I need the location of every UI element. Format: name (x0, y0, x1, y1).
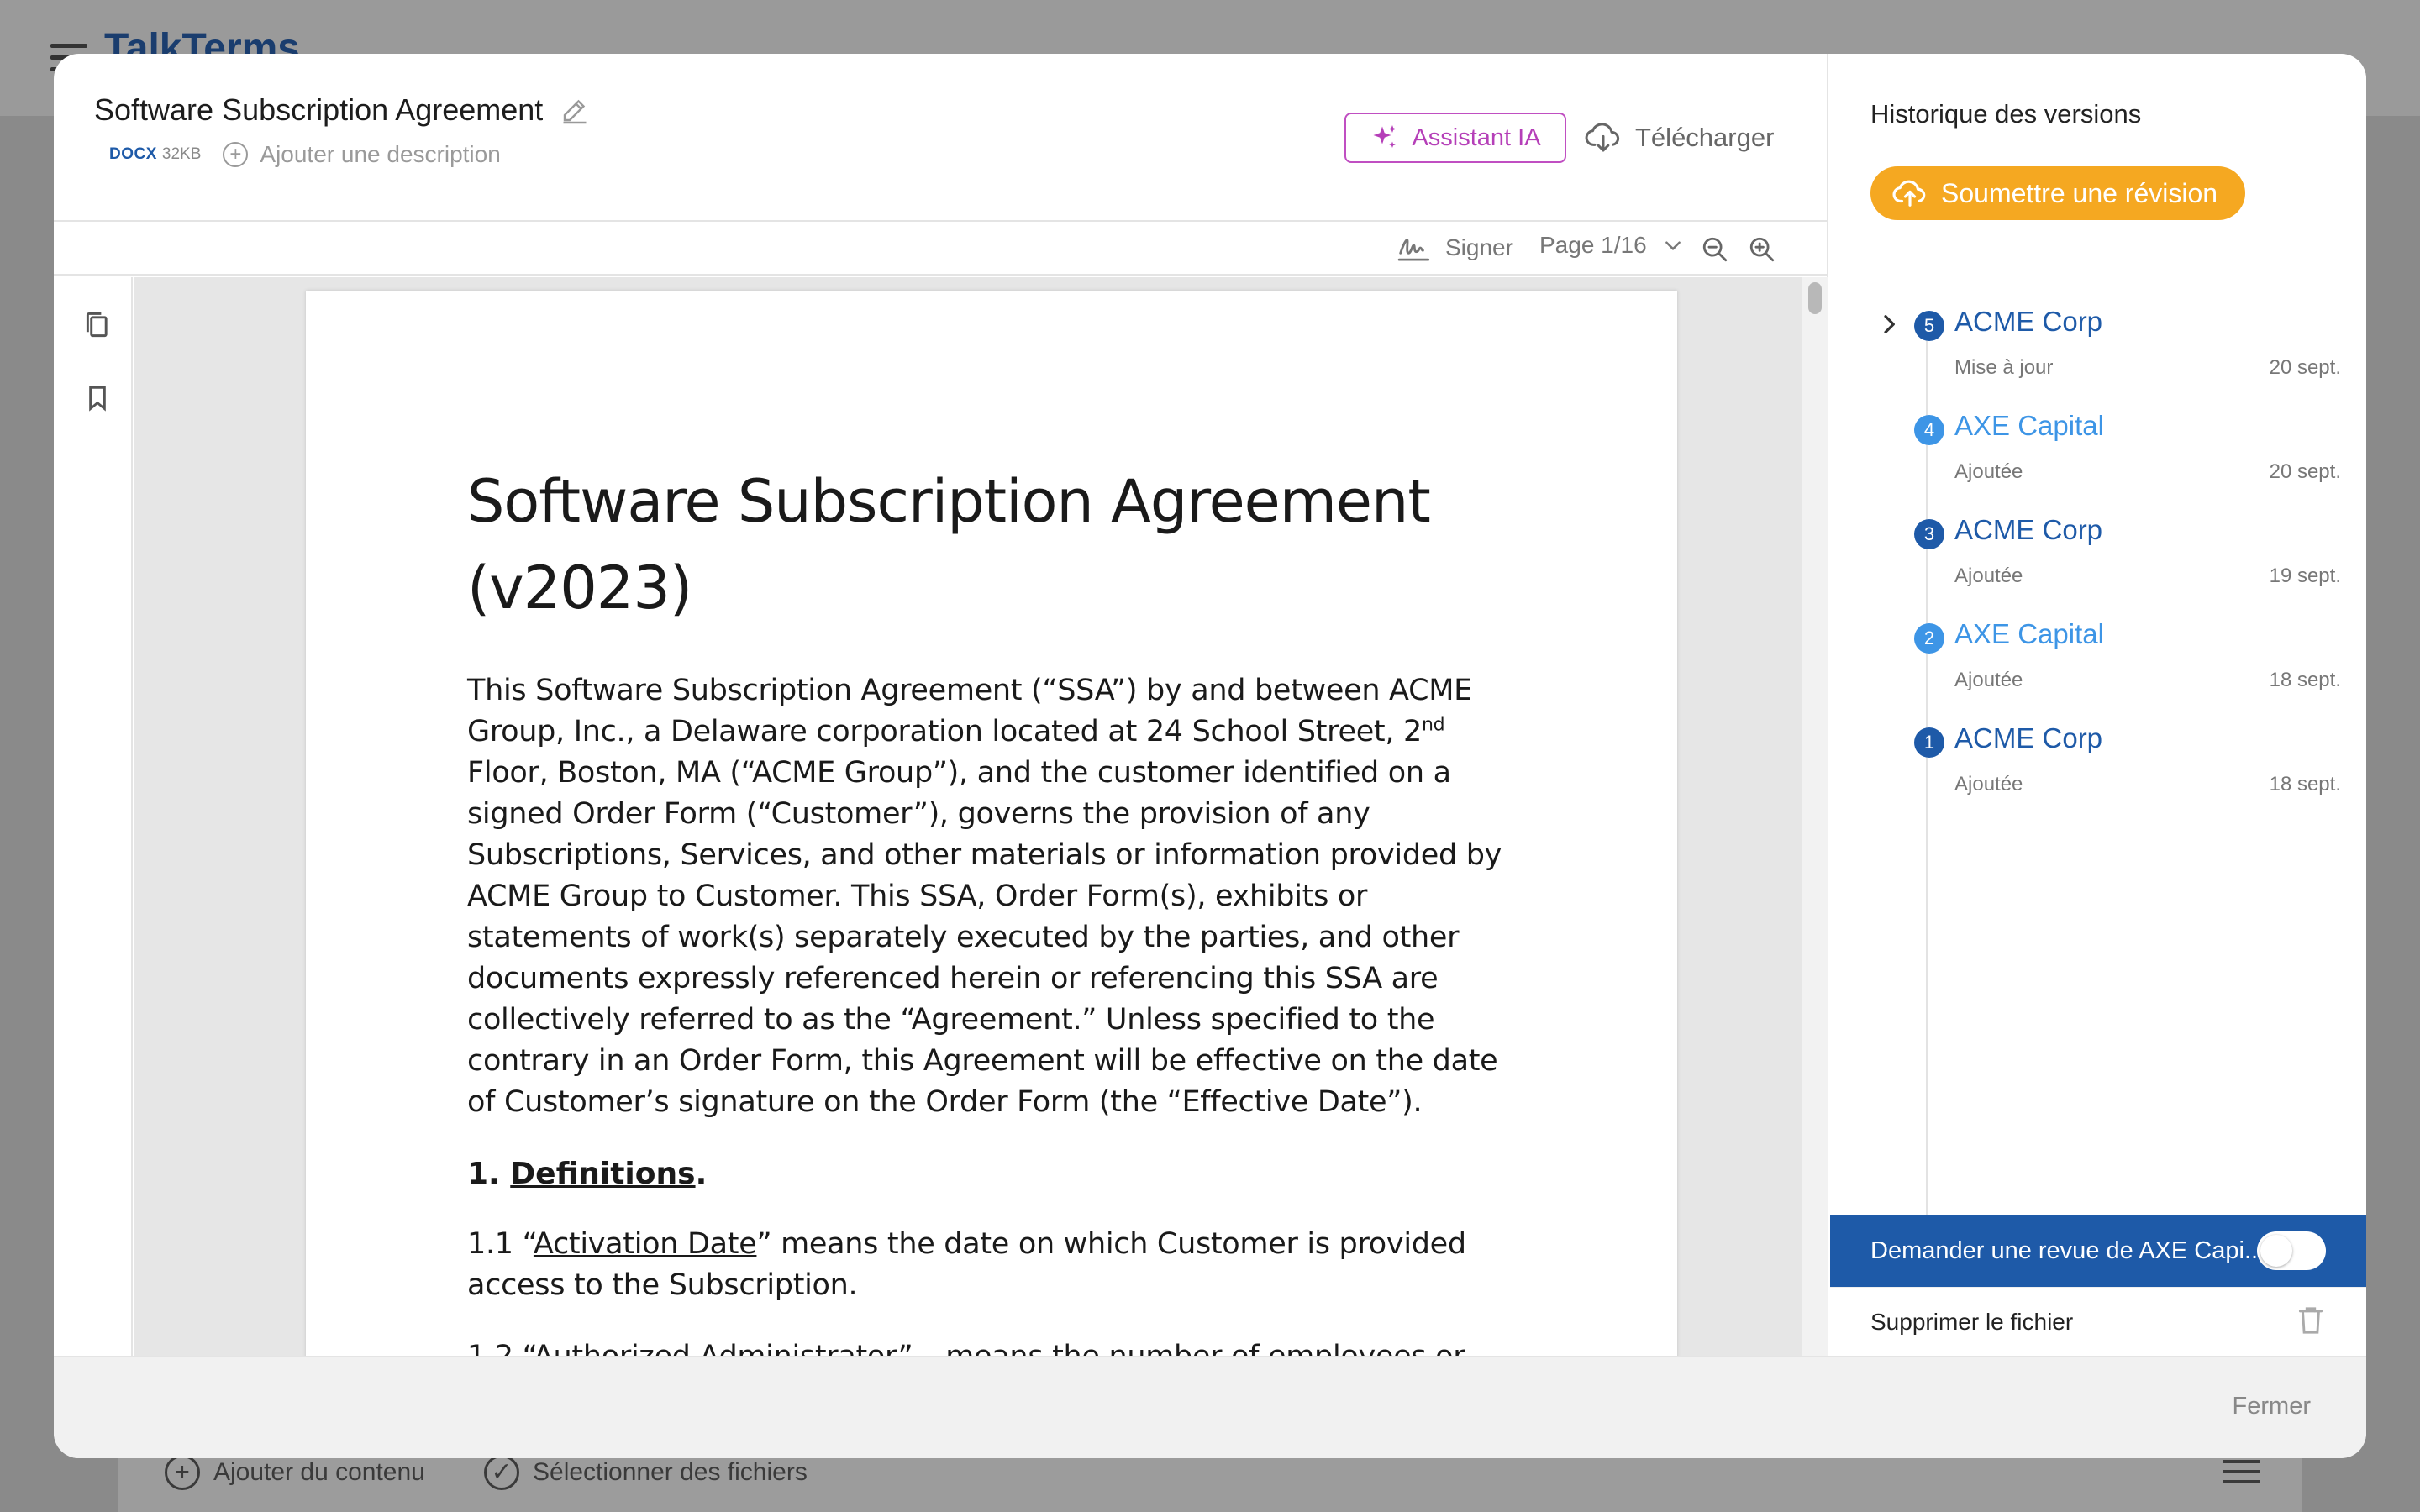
scrollbar-thumb[interactable] (1808, 282, 1822, 314)
select-files-action: ✓ Sélectionner des fichiers (484, 1455, 808, 1490)
document-page-content: Software Subscription Agreement (v2023) … (467, 459, 1534, 1356)
document-page: Software Subscription Agreement (v2023) … (306, 291, 1677, 1356)
trash-icon[interactable] (2297, 1305, 2324, 1336)
section-heading: 1. Definitions. (467, 1157, 708, 1191)
version-item[interactable]: 1 ACME Corp Ajoutée 18 sept. (1870, 716, 2341, 808)
version-date: 18 sept. (2269, 669, 2341, 691)
document-header: Software Subscription Agreement DOCX 32K… (54, 54, 1828, 222)
modal-footer: Fermer (54, 1356, 2366, 1458)
download-button[interactable]: Télécharger (1585, 113, 1774, 163)
version-number-badge: 1 (1914, 727, 1944, 758)
document-heading: Software Subscription Agreement (v2023) (467, 467, 1431, 622)
version-date: 20 sept. (2269, 356, 2341, 379)
document-scrollbar[interactable] (1802, 277, 1828, 1356)
version-author: AXE Capital (1954, 618, 2104, 649)
viewer-sidebar (54, 277, 133, 1356)
chevron-right-icon[interactable] (1879, 311, 1899, 338)
document-meta: DOCX 32KB + Ajouter une description (109, 141, 501, 168)
version-status: Ajoutée (1954, 564, 2023, 587)
chevron-down-icon (1665, 241, 1681, 250)
plus-circle-icon: + (165, 1455, 200, 1490)
version-author: AXE Capital (1954, 410, 2104, 441)
request-review-label: Demander une revue de AXE Capi... (1870, 1236, 2265, 1264)
version-date: 18 sept. (2269, 773, 2341, 795)
bookmark-icon[interactable] (86, 383, 109, 413)
delete-file-row[interactable]: Supprimer le fichier (1830, 1287, 2366, 1356)
cloud-upload-icon (1892, 180, 1926, 207)
version-status: Ajoutée (1954, 669, 2023, 691)
document-viewer: Software Subscription Agreement (v2023) … (134, 277, 1815, 1356)
zoom-out-icon[interactable] (1701, 235, 1729, 264)
version-item[interactable]: 4 AXE Capital Ajoutée 20 sept. (1870, 403, 2341, 496)
version-status: Mise à jour (1954, 356, 2054, 379)
version-number-badge: 3 (1914, 519, 1944, 549)
document-intro-paragraph: This Software Subscription Agreement (“S… (467, 674, 1502, 1119)
ai-assistant-button[interactable]: Assistant IA (1344, 113, 1566, 163)
version-date: 19 sept. (2269, 564, 2341, 587)
list-view-icon (2223, 1460, 2260, 1490)
delete-file-label: Supprimer le fichier (1870, 1308, 2074, 1335)
document-pane: Software Subscription Agreement DOCX 32K… (54, 54, 1828, 1356)
page-selector[interactable]: Page 1/16 (1539, 232, 1684, 259)
version-item[interactable]: 5 ACME Corp Mise à jour 20 sept. (1870, 299, 2341, 391)
version-author: ACME Corp (1954, 514, 2103, 545)
plus-circle-icon: + (223, 142, 249, 167)
signature-icon (1397, 239, 1430, 261)
zoom-in-icon[interactable] (1748, 235, 1776, 264)
definition-paragraph: 1.2 “Authorized Administrator” – means t… (467, 1336, 1534, 1356)
file-type-badge: DOCX (109, 145, 157, 163)
version-author: ACME Corp (1954, 306, 2103, 337)
version-date: 20 sept. (2269, 460, 2341, 483)
submit-revision-button[interactable]: Soumettre une révision (1870, 166, 2245, 220)
version-status: Ajoutée (1954, 773, 2023, 795)
version-history-panel: Historique des versions Soumettre une ré… (1830, 54, 2366, 1356)
document-modal: Software Subscription Agreement DOCX 32K… (54, 54, 2366, 1458)
add-description-button[interactable]: + Ajouter une description (223, 141, 501, 168)
version-author: ACME Corp (1954, 722, 2103, 753)
sparkle-icon (1373, 125, 1397, 148)
definition-paragraph: 1.1 “Activation Date” means the date on … (467, 1227, 1466, 1302)
version-number-badge: 5 (1914, 311, 1944, 341)
add-content-action: + Ajouter du contenu (165, 1455, 425, 1490)
version-item[interactable]: 3 ACME Corp Ajoutée 19 sept. (1870, 507, 2341, 600)
cloud-download-icon (1585, 123, 1620, 152)
request-review-toggle[interactable] (2257, 1231, 2326, 1270)
version-history-title: Historique des versions (1870, 99, 2142, 129)
version-status: Ajoutée (1954, 460, 2023, 483)
document-toolbar: Signer Page 1/16 (54, 222, 1828, 276)
version-item[interactable]: 2 AXE Capital Ajoutée 18 sept. (1870, 612, 2341, 704)
file-size: 32KB (161, 145, 202, 163)
close-button[interactable]: Fermer (2233, 1393, 2311, 1420)
version-number-badge: 4 (1914, 415, 1944, 445)
sign-button[interactable]: Signer (1397, 232, 1513, 264)
pencil-icon[interactable] (560, 95, 590, 125)
document-title-row: Software Subscription Agreement (94, 92, 590, 128)
request-review-bar: Demander une revue de AXE Capi... (1830, 1215, 2366, 1287)
document-title: Software Subscription Agreement (94, 92, 544, 127)
version-number-badge: 2 (1914, 623, 1944, 654)
pages-icon[interactable] (84, 311, 111, 341)
check-circle-icon: ✓ (484, 1455, 519, 1490)
toggle-knob (2260, 1235, 2292, 1267)
